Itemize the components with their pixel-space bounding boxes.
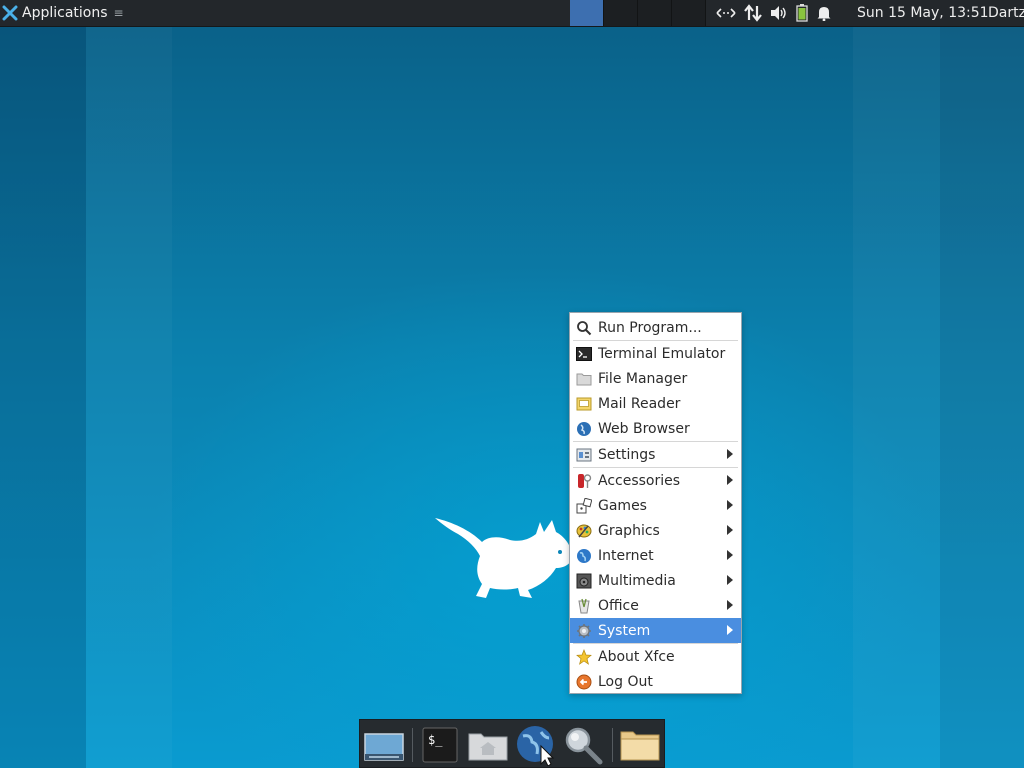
submenu-arrow-icon — [727, 600, 733, 610]
menu-item-label: Log Out — [598, 673, 653, 690]
submenu-arrow-icon — [727, 525, 733, 535]
show-desktop-button[interactable] — [362, 724, 406, 766]
menu-item-label: About Xfce — [598, 648, 675, 665]
xfce-logo-icon — [2, 5, 18, 21]
globe-icon — [576, 421, 592, 437]
workspace-3[interactable] — [638, 0, 672, 26]
files-folder-icon — [620, 731, 660, 761]
web-browser-icon — [517, 726, 555, 766]
home-folder-launcher[interactable] — [466, 724, 510, 766]
accessories-icon — [576, 473, 592, 489]
background-stripe — [940, 26, 1024, 768]
menu-item-label: Internet — [598, 547, 654, 564]
dock-separator — [612, 728, 613, 762]
search-icon — [576, 320, 592, 336]
internet-icon — [576, 548, 592, 564]
menu-item-label: Terminal Emulator — [598, 345, 726, 362]
background-stripe — [86, 26, 172, 768]
menu-item-log-out[interactable]: Log Out — [570, 669, 741, 694]
menu-item-label: Office — [598, 597, 639, 614]
desktop-background[interactable] — [0, 0, 1024, 768]
notification-bell-icon[interactable] — [816, 0, 832, 26]
battery-icon[interactable] — [796, 0, 808, 26]
menu-item-label: Multimedia — [598, 572, 676, 589]
app-finder-icon — [565, 727, 603, 765]
menu-item-web-browser[interactable]: Web Browser — [570, 416, 741, 441]
submenu-arrow-icon — [727, 575, 733, 585]
menu-item-terminal-emulator[interactable]: Terminal Emulator — [570, 341, 741, 366]
menu-item-label: Settings — [598, 446, 656, 463]
menu-item-run-program[interactable]: Run Program... — [570, 315, 741, 340]
settings-icon — [576, 447, 592, 463]
submenu-arrow-icon — [727, 449, 733, 459]
network-transfer-icon[interactable] — [744, 0, 762, 26]
menu-item-file-manager[interactable]: File Manager — [570, 366, 741, 391]
home-folder-icon — [468, 733, 508, 761]
menu-item-about-xfce[interactable]: About Xfce — [570, 644, 741, 669]
dock-separator — [412, 728, 413, 762]
applications-menu-button[interactable]: Applications ≡ — [2, 0, 128, 26]
workspace-2[interactable] — [604, 0, 638, 26]
web-browser-launcher[interactable] — [514, 724, 558, 766]
volume-icon[interactable] — [770, 0, 788, 26]
mail-icon — [576, 396, 592, 412]
desktop-context-menu: Run Program... Terminal Emulator File Ma… — [569, 312, 742, 694]
system-tray — [716, 0, 832, 26]
multimedia-icon — [576, 573, 592, 589]
menu-item-label: System — [598, 622, 651, 639]
files-folder-launcher[interactable] — [618, 724, 662, 766]
bottom-dock: $_ — [359, 719, 665, 768]
show-desktop-icon — [364, 733, 404, 761]
menu-item-label: Web Browser — [598, 420, 690, 437]
user-name[interactable]: Dartz — [988, 0, 1024, 26]
office-icon — [576, 598, 592, 614]
terminal-launcher[interactable]: $_ — [418, 724, 462, 766]
xfce-mouse-logo — [435, 518, 572, 598]
submenu-arrow-icon — [727, 625, 733, 635]
menu-item-label: Accessories — [598, 472, 681, 489]
menu-item-label: Graphics — [598, 522, 660, 539]
menu-item-settings[interactable]: Settings — [570, 442, 741, 467]
folder-icon — [576, 371, 592, 387]
workspace-1[interactable] — [570, 0, 604, 26]
menu-item-graphics[interactable]: Graphics — [570, 518, 741, 543]
svg-text:$_: $_ — [428, 733, 443, 747]
submenu-arrow-icon — [727, 550, 733, 560]
menu-item-label: Mail Reader — [598, 395, 681, 412]
menu-item-multimedia[interactable]: Multimedia — [570, 568, 741, 593]
menu-item-accessories[interactable]: Accessories — [570, 468, 741, 493]
games-icon — [576, 497, 592, 514]
panel-handle-icon: ≡ — [113, 6, 124, 20]
menu-item-label: File Manager — [598, 370, 688, 387]
menu-item-mail-reader[interactable]: Mail Reader — [570, 391, 741, 416]
submenu-arrow-icon — [727, 475, 733, 485]
menu-item-system[interactable]: System — [570, 618, 741, 643]
top-panel: Applications ≡ Sun 15 May, 13:51 Dartz — [0, 0, 1024, 27]
star-icon — [576, 648, 592, 665]
clock[interactable]: Sun 15 May, 13:51 — [857, 0, 989, 26]
logout-icon — [576, 674, 592, 690]
terminal-icon: $_ — [422, 727, 458, 763]
workspace-switcher[interactable] — [570, 0, 706, 26]
terminal-icon — [576, 346, 592, 362]
menu-item-label: Games — [598, 497, 647, 514]
menu-item-internet[interactable]: Internet — [570, 543, 741, 568]
applications-label: Applications — [22, 5, 108, 21]
menu-item-label: Run Program... — [598, 319, 702, 336]
menu-item-office[interactable]: Office — [570, 593, 741, 618]
background-stripe — [0, 26, 86, 768]
network-icon[interactable] — [716, 0, 736, 26]
submenu-arrow-icon — [727, 500, 733, 510]
app-finder-launcher[interactable] — [562, 724, 606, 766]
menu-item-games[interactable]: Games — [570, 493, 741, 518]
workspace-4[interactable] — [672, 0, 706, 26]
graphics-icon — [576, 523, 592, 539]
system-icon — [576, 623, 592, 639]
